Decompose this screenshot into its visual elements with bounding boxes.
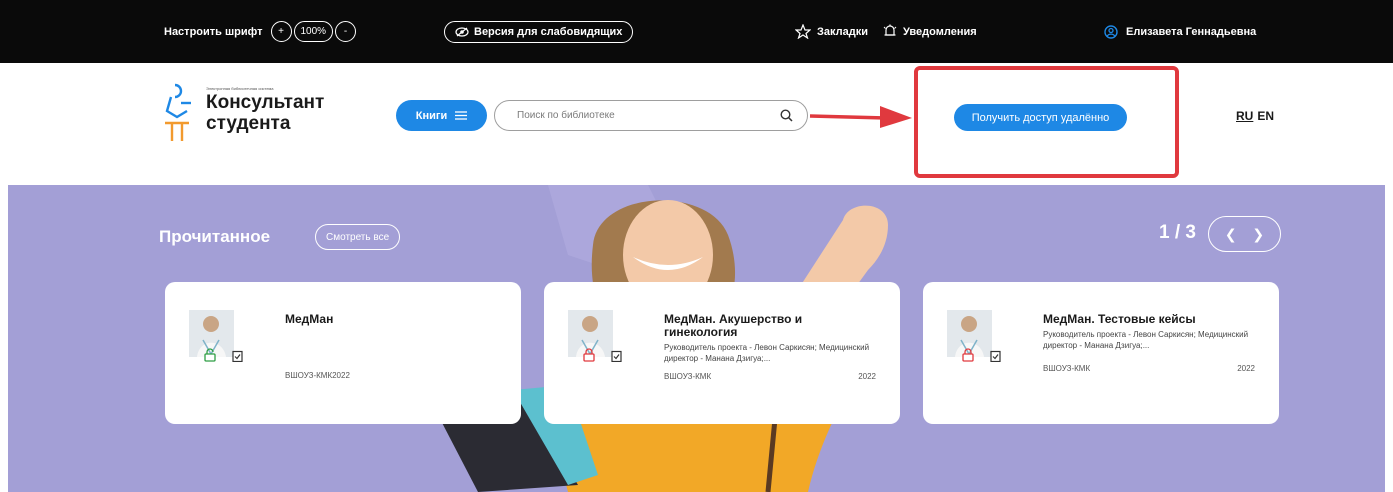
clipboard-check-icon xyxy=(611,350,622,362)
chevron-left-icon[interactable]: ❮ xyxy=(1225,226,1237,243)
user-icon xyxy=(1104,24,1118,39)
annotation-arrow xyxy=(809,106,912,128)
books-menu-button[interactable]: Книги xyxy=(396,100,487,131)
bookmarks-label: Закладки xyxy=(817,25,869,38)
site-header: Электронная библиотечная система Консуль… xyxy=(0,63,1393,185)
book-year: 2022 xyxy=(858,372,876,381)
font-settings: Настроить шрифт + 100% - xyxy=(164,0,357,63)
book-title: МедМан. Акушерство и гинекология xyxy=(664,312,803,339)
book-authors: Руководитель проекта - Левон Саркисян; М… xyxy=(1043,330,1249,350)
low-vision-button[interactable]: Версия для слабовидящих xyxy=(444,20,634,43)
see-all-button[interactable]: Смотреть все xyxy=(315,224,401,250)
book-publisher: ВШОУЗ-КМК2022 xyxy=(285,371,350,380)
user-name: Елизавета Геннадьевна xyxy=(1126,25,1257,38)
logo-line-1: Консультант xyxy=(206,92,325,113)
search-input[interactable] xyxy=(517,110,780,121)
section-title: Прочитанное xyxy=(159,227,271,246)
font-size-button[interactable]: 100% xyxy=(293,21,334,42)
site-logo[interactable]: Электронная библиотечная система Консуль… xyxy=(163,83,363,153)
book-card[interactable]: МедМан. Акушерство и гинекология Руковод… xyxy=(544,282,900,424)
lock-icon xyxy=(583,348,595,362)
low-vision-group: Версия для слабовидящих xyxy=(444,0,634,63)
lang-en-link[interactable]: EN xyxy=(1257,109,1274,123)
book-card[interactable]: МедМан ВШОУЗ-КМК2022 xyxy=(165,282,521,424)
chevron-right-icon[interactable]: ❯ xyxy=(1252,226,1264,243)
book-authors: Руководитель проекта - Левон Саркисян; М… xyxy=(664,343,870,363)
low-vision-label: Версия для слабовидящих xyxy=(474,25,623,38)
logo-subtitle: Электронная библиотечная система xyxy=(206,86,274,91)
books-label: Книги xyxy=(415,109,448,122)
font-settings-label: Настроить шрифт xyxy=(164,25,263,38)
pager-count: 1 / 3 xyxy=(1159,222,1196,243)
book-card[interactable]: МедМан. Тестовые кейсы Руководитель прое… xyxy=(923,282,1279,424)
search-icon[interactable] xyxy=(780,109,793,122)
font-increase-button[interactable]: + xyxy=(270,21,292,42)
unlocked-icon xyxy=(204,348,216,362)
search-box xyxy=(494,100,808,131)
lang-ru-link[interactable]: RU xyxy=(1236,109,1253,123)
book-publisher: ВШОУЗ-КМК xyxy=(664,372,712,381)
pager-controls: ❮ ❯ xyxy=(1208,216,1281,252)
clipboard-check-icon xyxy=(232,350,243,362)
user-profile-link[interactable]: Елизавета Геннадьевна xyxy=(1104,0,1256,63)
notifications-label: Уведомления xyxy=(903,25,977,38)
font-decrease-button[interactable]: - xyxy=(335,21,357,42)
eye-icon xyxy=(455,26,469,37)
book-title: МедМан xyxy=(285,312,334,326)
logo-title: Консультант студента xyxy=(206,92,324,134)
top-bar: Настроить шрифт + 100% - Версия для слаб… xyxy=(0,0,1393,63)
book-title: МедМан. Тестовые кейсы xyxy=(1043,312,1196,326)
logo-line-2: студента xyxy=(206,113,291,134)
book-publisher: ВШОУЗ-КМК xyxy=(1043,364,1091,373)
bell-icon xyxy=(883,24,897,36)
logo-chair-icon xyxy=(165,83,191,141)
book-year: 2022 xyxy=(1237,364,1255,373)
hamburger-icon xyxy=(455,111,468,120)
language-switcher: RU EN xyxy=(1236,109,1274,123)
remote-access-button[interactable]: Получить доступ удалённо xyxy=(954,104,1127,131)
lock-icon xyxy=(962,348,974,362)
star-icon xyxy=(795,24,811,39)
bookmarks-link[interactable]: Закладки xyxy=(795,0,868,63)
clipboard-check-icon xyxy=(990,350,1001,362)
notifications-link[interactable]: Уведомления xyxy=(883,0,977,63)
